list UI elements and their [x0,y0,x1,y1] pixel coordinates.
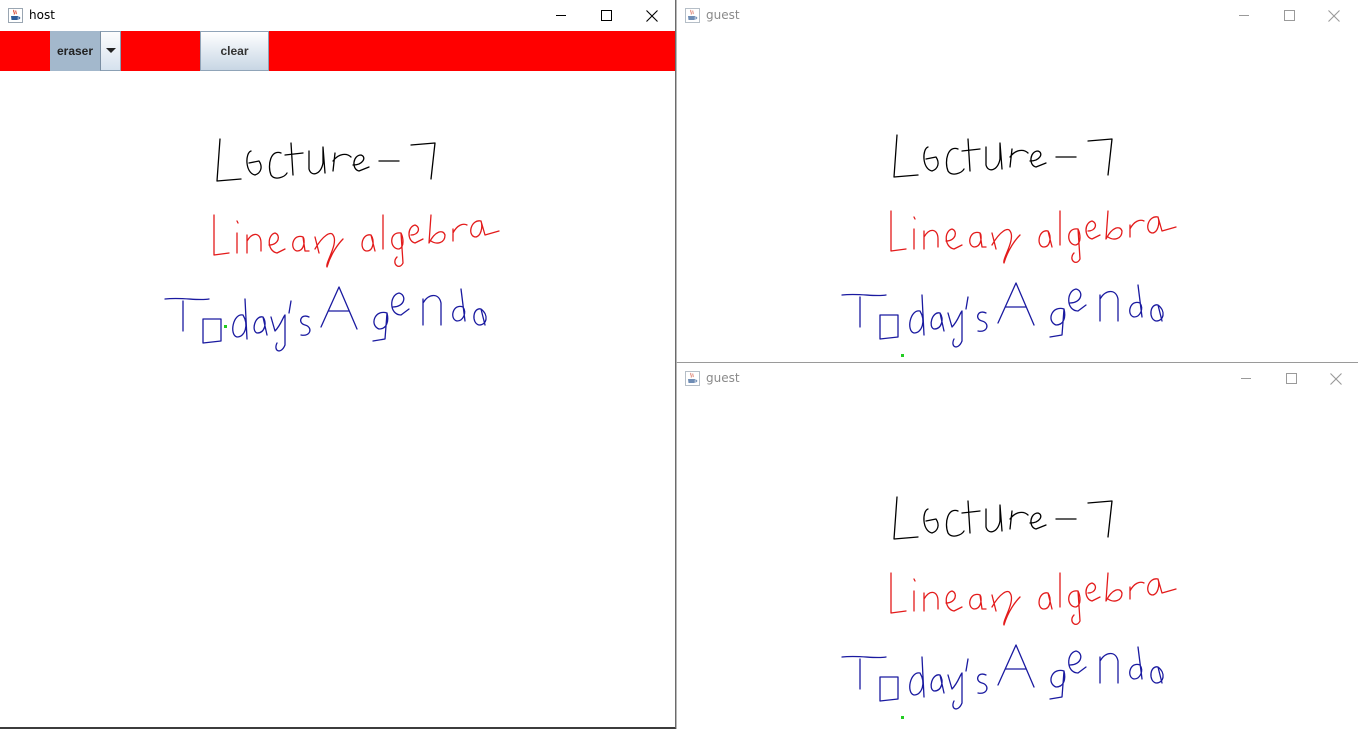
guest-1-drawing-canvas [677,31,1358,362]
handwritten-linear-algebra [890,210,1177,264]
close-icon [1328,9,1340,22]
clear-button[interactable]: clear [200,31,269,71]
minimize-button[interactable] [1221,0,1267,31]
minimize-button[interactable] [538,0,584,31]
guest-1-title-bar[interactable]: guest [677,0,1358,31]
handwritten-todays-agenda [164,286,487,352]
maximize-icon [600,10,612,21]
guest-2-title-bar[interactable]: guest [677,363,1358,394]
minimize-button[interactable] [1223,363,1269,394]
host-drawing-canvas[interactable] [0,71,675,727]
tool-select[interactable]: eraser [50,31,121,71]
java-coffee-cup-icon [685,371,700,386]
chevron-down-icon [105,48,116,53]
handwritten-lecture-7 [893,496,1113,540]
handwritten-linear-algebra [213,214,500,268]
java-coffee-cup-icon [8,8,23,23]
handwritten-linear-algebra [890,572,1177,626]
host-window: host eraser clear [0,0,676,729]
drawing-toolbar: eraser clear [0,31,675,71]
guest-2-drawing-canvas [677,394,1358,729]
maximize-icon [1283,10,1295,21]
maximize-button[interactable] [1266,0,1312,31]
maximize-button[interactable] [1268,363,1314,394]
minimize-icon [555,15,566,16]
close-button[interactable] [1313,363,1358,394]
handwriting-drawing [164,138,500,352]
window-title: host [29,8,55,22]
close-icon [1330,372,1342,385]
window-title: guest [706,371,740,385]
close-button[interactable] [629,0,675,31]
handwriting-drawing [841,496,1177,710]
handwritten-lecture-7 [893,134,1113,178]
minimize-icon [1240,378,1251,379]
handwritten-todays-agenda [841,644,1164,710]
guest-window-2: guest [676,363,1358,729]
maximize-icon [1285,373,1297,384]
maximize-button[interactable] [583,0,629,31]
java-coffee-cup-icon [685,8,700,23]
close-icon [646,9,658,22]
tool-select-dropdown-button[interactable] [100,31,121,71]
handwriting-drawing [841,134,1177,348]
minimize-icon [1238,15,1249,16]
tool-select-value[interactable]: eraser [50,31,100,71]
close-button[interactable] [1311,0,1357,31]
handwritten-lecture-7 [216,138,436,182]
handwritten-todays-agenda [841,282,1164,348]
guest-window-1: guest [676,0,1358,363]
window-title: guest [706,8,740,22]
host-title-bar[interactable]: host [0,0,675,31]
